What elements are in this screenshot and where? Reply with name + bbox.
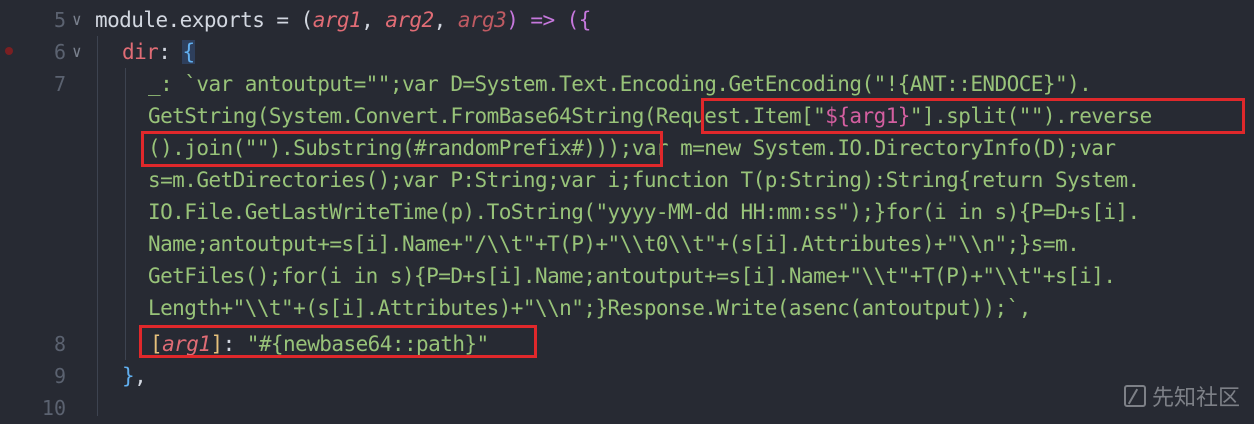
indent-guide <box>97 36 98 416</box>
line-number: 10 <box>41 396 66 420</box>
fold-chevron-icon[interactable]: ∨ <box>72 36 88 68</box>
code-token: module.exports = ( <box>95 8 313 32</box>
param-token: arg3 <box>457 8 507 32</box>
param-token: arg2 <box>385 8 434 32</box>
indent-guide <box>125 68 126 360</box>
property-key: dir <box>122 40 159 64</box>
brace-token: { <box>182 40 195 64</box>
fold-chevron-icon[interactable]: ∨ <box>72 4 88 36</box>
code-line-5: module.exports = (arg1, arg2, arg3) => (… <box>95 4 591 36</box>
watermark-text: 先知社区 <box>1151 386 1240 411</box>
code-token: , <box>433 8 458 32</box>
code-line-7-row: s=m.GetDirectories();var P:String;var i;… <box>148 168 1140 192</box>
line-number: 8 <box>53 332 66 356</box>
brace-token: } <box>122 364 135 388</box>
line-number: 7 <box>53 72 66 96</box>
code-token: GetString(System.Convert.FromBase64Strin… <box>148 104 656 128</box>
code-token: ;var m=new System.IO.DirectoryInfo(D);va… <box>619 136 1116 160</box>
code-line-6: dir: { <box>122 36 195 68</box>
line-number: 5 <box>53 8 66 32</box>
code-editor[interactable]: 5 ∨ 6 ∨ 7 8 9 10 module.exports = (arg1,… <box>0 0 1254 420</box>
watermark: 先知社区 <box>1123 380 1240 412</box>
line-number: 6 <box>53 40 66 64</box>
highlight-box-arg1-path <box>139 325 537 358</box>
code-line-7-row: Name;antoutput+=s[i].Name+"/\\t"+T(P)+"\… <box>148 232 1080 256</box>
code-line-7-row: GetFiles();for(i in s){P=D+s[i].Name;ant… <box>148 264 1116 288</box>
code-line-7-row: IO.File.GetLastWriteTime(p).ToString("yy… <box>148 200 1140 224</box>
highlight-box-request-item <box>701 98 1245 134</box>
code-token: : <box>158 40 183 64</box>
param-token: arg1 <box>312 8 362 32</box>
code-line-7-row: Length+"\\t"+(s[i].Attributes)+"\\n";}Re… <box>148 296 1031 320</box>
code-line-9: }, <box>122 360 147 392</box>
code-token: , <box>134 364 147 388</box>
code-token: ) => ({ <box>506 8 591 32</box>
code-line-7-row: _: `var antoutput="";var D=System.Text.E… <box>148 72 1092 96</box>
line-number-gutter: 5 ∨ 6 ∨ 7 8 9 10 <box>0 0 95 420</box>
code-token: , <box>361 8 386 32</box>
line-number: 9 <box>53 364 66 388</box>
highlight-box-join-substring <box>141 131 663 167</box>
xianzhi-logo-icon <box>1123 385 1146 407</box>
